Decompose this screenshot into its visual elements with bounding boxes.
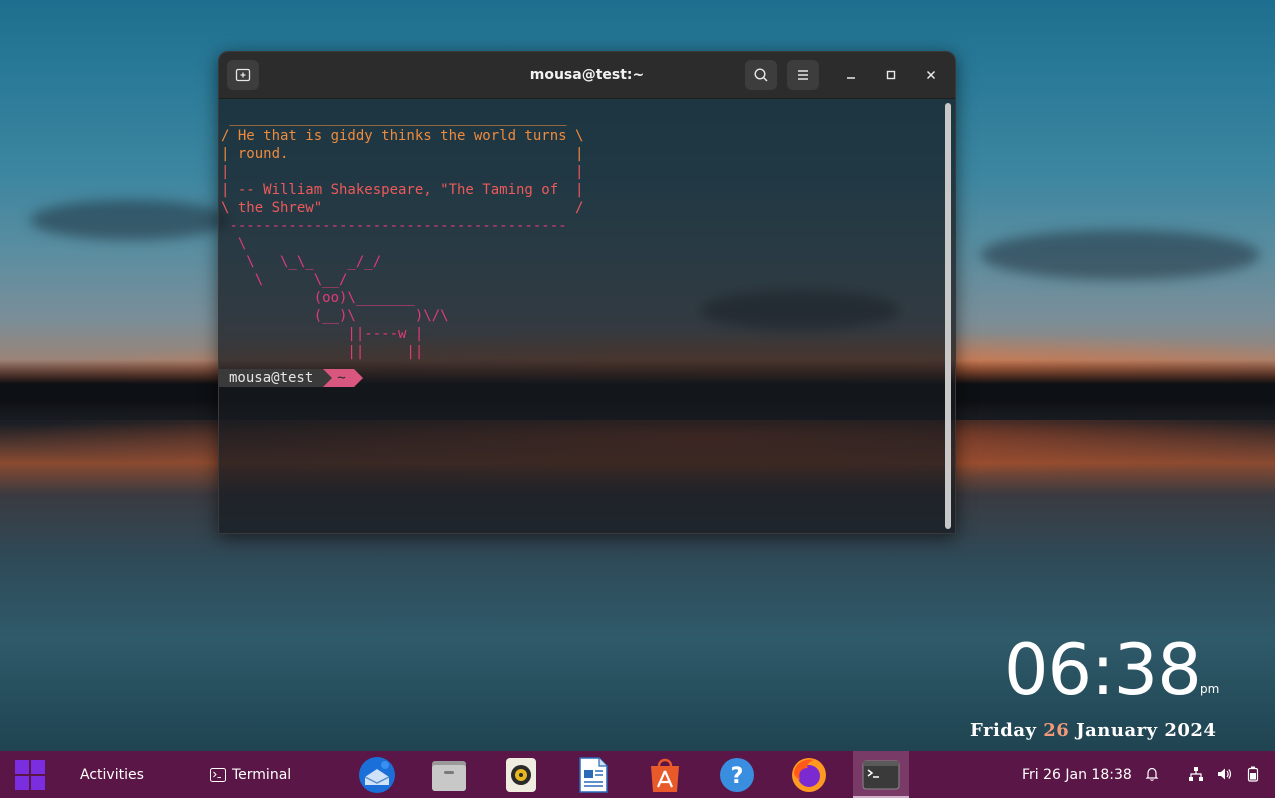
- prompt-user: mousa@test: [219, 369, 324, 387]
- clock-time: 06:38: [1004, 629, 1202, 711]
- battery-icon: [1247, 766, 1259, 782]
- terminal-output[interactable]: ________________________________________…: [219, 99, 955, 533]
- bell-icon: [1145, 767, 1159, 781]
- minimize-button[interactable]: [839, 63, 863, 87]
- maximize-icon: [886, 70, 896, 80]
- files-button[interactable]: [429, 756, 469, 794]
- fortune-line: ________________________________________: [221, 110, 567, 126]
- active-window-label: Terminal: [232, 766, 292, 783]
- fortune-line: | |: [221, 164, 584, 180]
- terminal-icon: [862, 760, 900, 790]
- hamburger-menu-icon: [798, 70, 808, 80]
- files-icon: [432, 761, 466, 791]
- taskbar-datetime[interactable]: Fri 26 Jan 18:38: [1022, 751, 1132, 798]
- libreoffice-writer-icon: [579, 757, 608, 793]
- help-button[interactable]: ?: [717, 756, 757, 794]
- close-icon: [926, 70, 936, 80]
- prompt-directory: ~: [323, 369, 364, 387]
- cloud: [980, 230, 1260, 280]
- fortune-line: ----------------------------------------: [221, 218, 567, 234]
- cow-line: (oo)\_______: [221, 290, 415, 306]
- terminal-dock-button[interactable]: [861, 756, 901, 794]
- minimize-icon: [847, 77, 855, 79]
- thunderbird-button[interactable]: [357, 756, 397, 794]
- firefox-icon: [792, 758, 826, 792]
- cow-line: (__)\ )\/\: [221, 308, 449, 324]
- thunderbird-icon: [359, 757, 395, 793]
- fortune-line: | -- William Shakespeare, "The Taming of…: [221, 182, 584, 198]
- fortune-line: | round. |: [221, 146, 584, 162]
- fortune-output: ________________________________________…: [221, 109, 583, 361]
- app-center-icon: [651, 758, 679, 792]
- svg-text:?: ?: [731, 764, 744, 789]
- clock-month-year: January 2024: [1076, 720, 1217, 741]
- battery-button[interactable]: [1244, 765, 1262, 783]
- firefox-button[interactable]: [789, 756, 829, 794]
- terminal-window[interactable]: mousa@test:~ ___________________________…: [218, 51, 956, 534]
- shell-prompt[interactable]: mousa@test ~: [219, 369, 364, 387]
- search-icon: [754, 68, 768, 82]
- close-button[interactable]: [919, 63, 943, 87]
- app-menu-button[interactable]: [14, 751, 46, 798]
- help-icon: ?: [720, 758, 754, 792]
- terminal-titlebar[interactable]: mousa@test:~: [219, 52, 955, 99]
- network-button[interactable]: [1187, 765, 1205, 783]
- speaker-icon: [1218, 768, 1232, 780]
- fortune-line: \ the Shrew" /: [221, 200, 584, 216]
- notifications-button[interactable]: [1143, 765, 1161, 783]
- clock-ampm: pm: [1200, 682, 1220, 696]
- desktop-clock: 06:38 pm: [1004, 629, 1219, 711]
- cow-line: \ \__/: [221, 272, 348, 288]
- clock-day: 26: [1043, 720, 1070, 741]
- writer-button[interactable]: [573, 756, 613, 794]
- start-menu-icon: [15, 759, 45, 790]
- terminal-small-icon: [210, 767, 226, 782]
- cow-line: \: [221, 236, 247, 252]
- clock-weekday: Friday: [970, 720, 1037, 741]
- scrollbar[interactable]: [945, 103, 951, 529]
- taskbar: Activities Terminal ? Fri 26 Jan 18:38: [0, 751, 1275, 798]
- app-center-button[interactable]: [645, 756, 685, 794]
- cow-line: \ \_\_ _/_/: [221, 254, 382, 270]
- cow-line: || ||: [221, 344, 424, 360]
- fortune-line: / He that is giddy thinks the world turn…: [221, 128, 584, 144]
- menu-button[interactable]: [787, 60, 819, 90]
- active-window-button[interactable]: Terminal: [210, 751, 291, 798]
- search-button[interactable]: [745, 60, 777, 90]
- rhythmbox-icon: [506, 758, 536, 792]
- cloud: [30, 200, 230, 240]
- cow-line: ||----w |: [221, 326, 424, 342]
- maximize-button[interactable]: [879, 63, 903, 87]
- network-wired-icon: [1189, 767, 1203, 781]
- volume-button[interactable]: [1215, 765, 1233, 783]
- activities-button[interactable]: Activities: [80, 751, 144, 798]
- clock-date: Friday 26 January 2024: [970, 720, 1216, 741]
- rhythmbox-button[interactable]: [501, 756, 541, 794]
